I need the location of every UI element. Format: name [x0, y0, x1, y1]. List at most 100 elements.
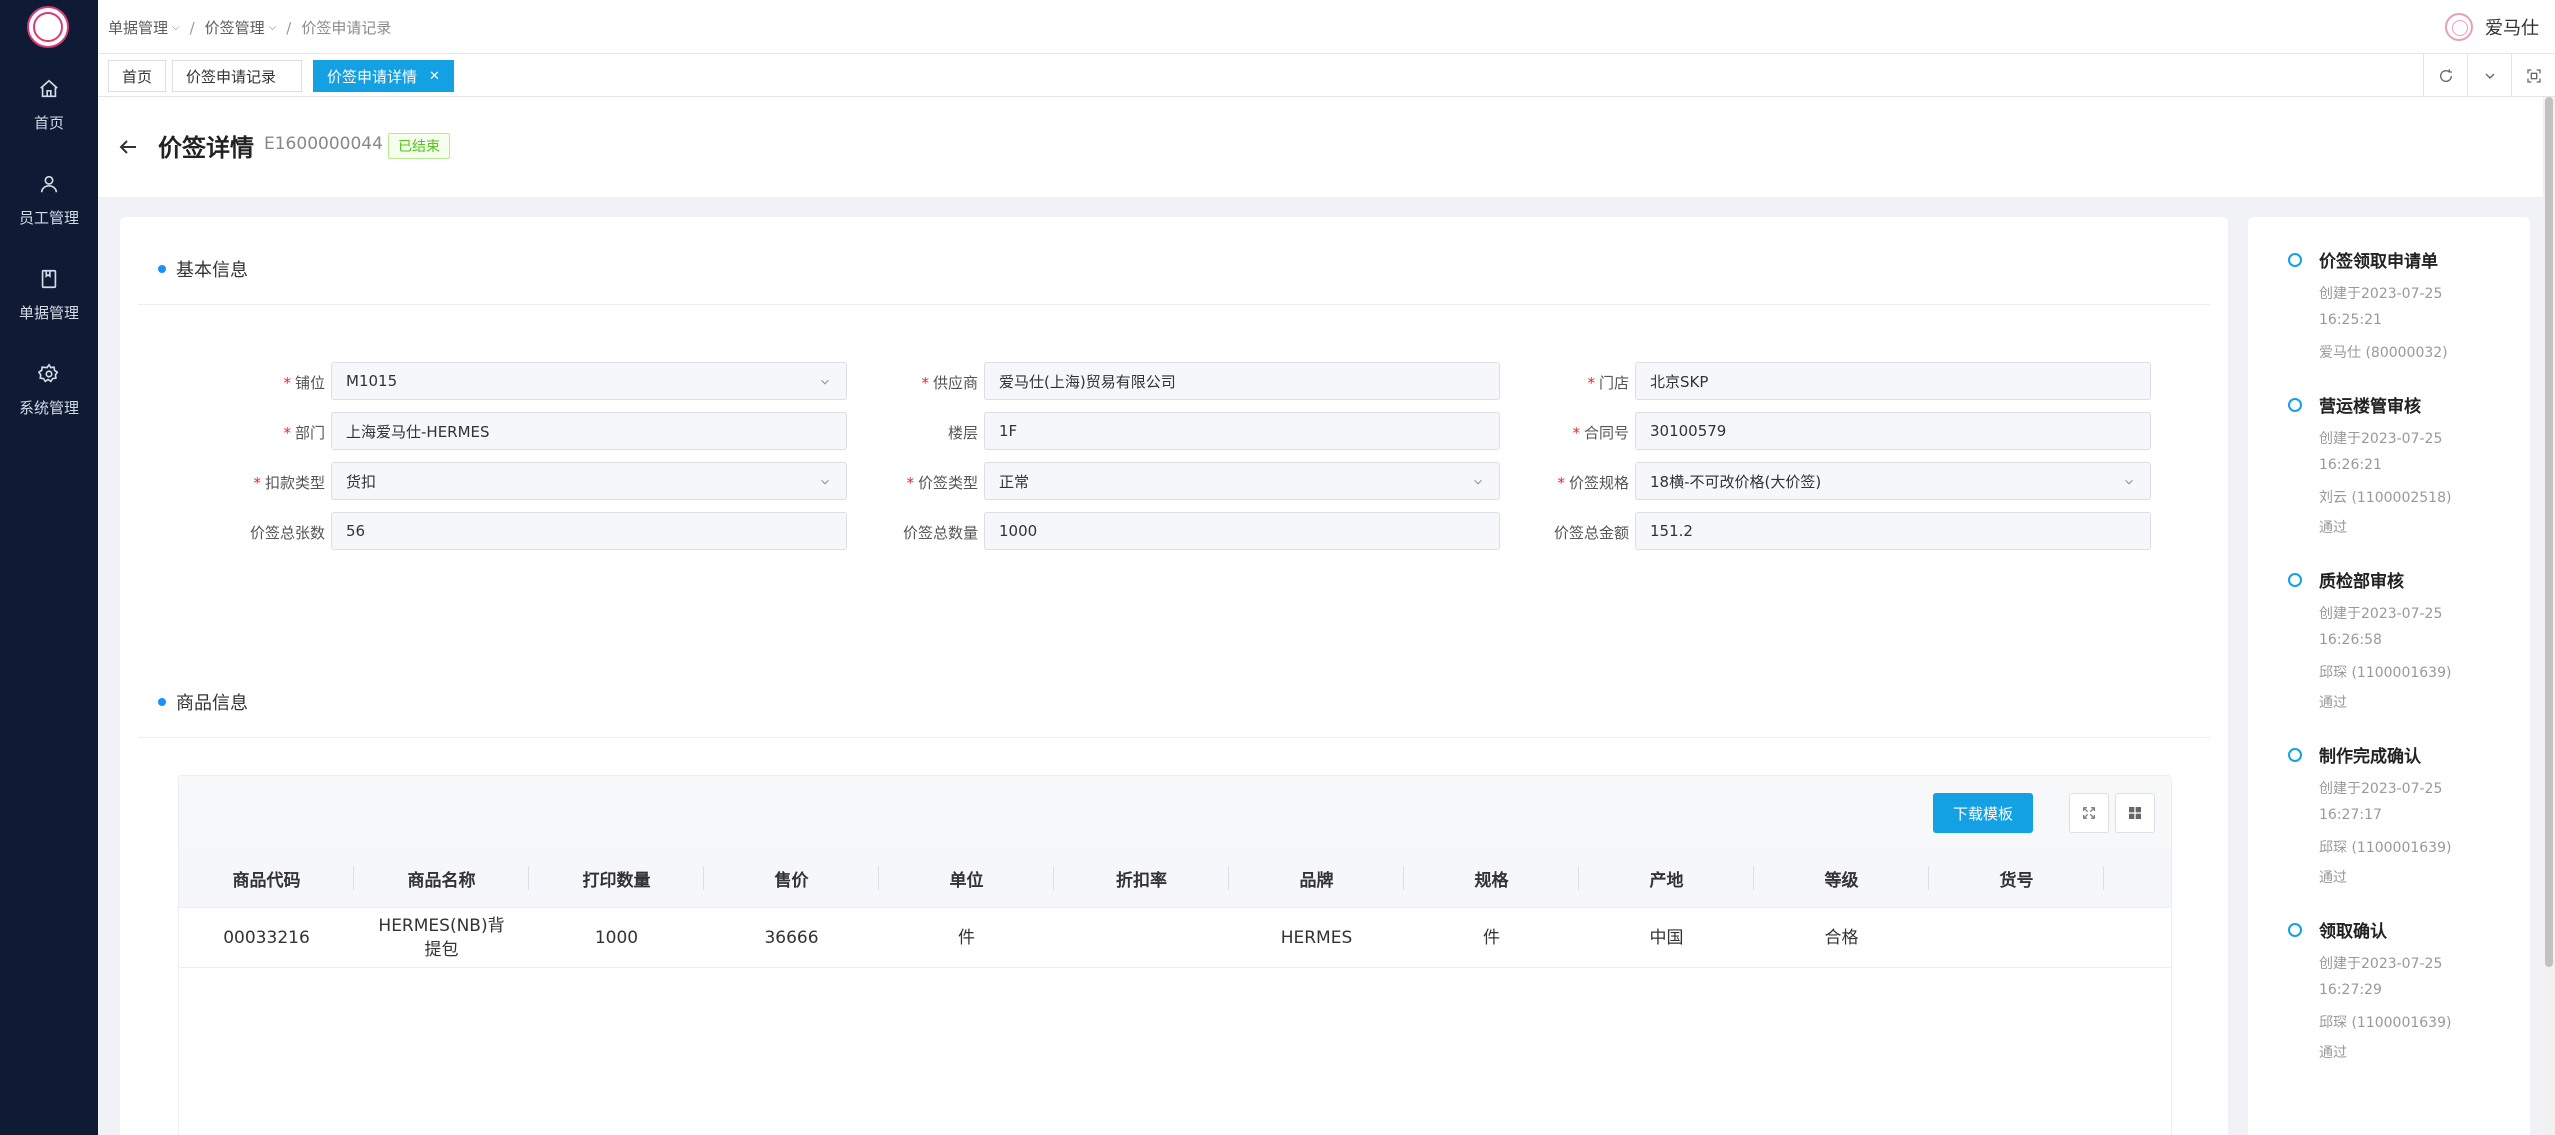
- column-header: 单位: [879, 848, 1054, 908]
- timeline-user: 邱琛 (1100001639): [2319, 840, 2452, 856]
- column-settings-button[interactable]: [2115, 793, 2155, 833]
- section-title: 商品信息: [176, 693, 248, 714]
- field-label-floor: 楼层: [947, 424, 978, 442]
- contract-field[interactable]: 30100579: [1635, 412, 2151, 450]
- field-label-tag-type: * 价签类型: [906, 474, 978, 492]
- refresh-icon: [2439, 68, 2452, 82]
- floor-field[interactable]: 1F: [984, 412, 1500, 450]
- page-title: 价签详情: [158, 134, 254, 162]
- expand-icon: [2083, 807, 2095, 819]
- table-cell: 1000: [594, 928, 639, 948]
- chevron-down-icon: [2485, 73, 2494, 79]
- tab-apply-detail[interactable]: 价签申请详情 ✕: [313, 60, 454, 92]
- timeline-user: 邱琛 (1100001639): [2319, 665, 2452, 681]
- chevron-down-icon: [1474, 479, 1482, 485]
- section-basic-info: 基本信息: [158, 256, 248, 282]
- download-template-button[interactable]: 下载模板: [1932, 793, 2033, 833]
- back-button[interactable]: [116, 135, 140, 159]
- department-field[interactable]: 上海爱马仕-HERMES: [331, 412, 847, 450]
- breadcrumb-item-current: 价签申请记录: [301, 19, 392, 37]
- status-badge: 已结束: [388, 133, 450, 159]
- tag-spec-select[interactable]: 18横-不可改价格(大价签): [1635, 462, 2151, 500]
- fullscreen-button[interactable]: [2511, 54, 2555, 97]
- tab-home[interactable]: 首页: [108, 60, 167, 92]
- table-row[interactable]: 00033216 HERMES(NB)背提包 1000 36666 件 HERM…: [179, 908, 2171, 968]
- timeline-title: 领取确认: [2319, 922, 2387, 942]
- column-header: 折扣率: [1054, 848, 1229, 908]
- sidebar-item-label: 系统管理: [18, 399, 79, 417]
- table-cell: HERMES(NB)背提包: [378, 916, 505, 960]
- divider: [138, 737, 2210, 738]
- tab-label: 价签申请记录: [186, 67, 277, 86]
- divider: [138, 304, 2210, 305]
- approval-timeline: 价签领取申请单 创建于2023-07-25 16:25:21 爱马仕 (8000…: [2248, 217, 2530, 1135]
- timeline-dot: [2288, 923, 2302, 937]
- chevron-down-icon: ⌵: [172, 22, 180, 33]
- breadcrumb-item-price-tag[interactable]: 价签管理: [205, 17, 265, 38]
- field-label-tag-spec: * 价签规格: [1557, 474, 1629, 492]
- timeline-created: 创建于2023-07-25: [2319, 956, 2443, 972]
- field-label-contract: * 合同号: [1572, 424, 1629, 442]
- tag-type-select[interactable]: 正常: [984, 462, 1500, 500]
- table-cell: 件: [958, 928, 975, 948]
- section-dot: [158, 698, 166, 706]
- tab-apply-records[interactable]: 价签申请记录: [172, 60, 302, 92]
- user-menu[interactable]: 爱马仕: [2445, 13, 2539, 41]
- refresh-button[interactable]: [2423, 54, 2467, 97]
- timeline-user: 刘云 (1100002518): [2319, 490, 2452, 506]
- berth-select[interactable]: M1015: [331, 362, 847, 400]
- table-cell: 00033216: [223, 928, 310, 948]
- sidebar-item-label: 首页: [33, 114, 64, 132]
- home-icon: [36, 76, 62, 102]
- sidebar-item-documents[interactable]: 单据管理: [0, 252, 98, 332]
- total-amount-field[interactable]: 151.2: [1635, 512, 2151, 550]
- tabs-bar: 首页 价签申请记录 价签申请详情 ✕: [98, 54, 2555, 97]
- section-goods-info: 商品信息: [158, 689, 248, 715]
- document-icon: [36, 266, 62, 292]
- close-icon[interactable]: ✕: [429, 69, 440, 84]
- timeline-time: 16:26:58: [2319, 632, 2382, 648]
- column-header: 规格: [1404, 848, 1579, 908]
- chevron-down-icon: [821, 379, 829, 385]
- timeline-created: 创建于2023-07-25: [2319, 781, 2443, 797]
- deduction-type-select[interactable]: 货扣: [331, 462, 847, 500]
- store-field[interactable]: 北京SKP: [1635, 362, 2151, 400]
- timeline-title: 营运楼管审核: [2319, 397, 2421, 417]
- detail-card: 基本信息 * 铺位 M1015 * 供应商 爱马仕(上海)贸易有限公司 * 门店 北京…: [120, 217, 2228, 1135]
- field-label-total-amount: 价签总金额: [1553, 524, 1629, 542]
- fullscreen-icon: [2526, 68, 2541, 83]
- column-header: 产地: [1579, 848, 1754, 908]
- supplier-field[interactable]: 爱马仕(上海)贸易有限公司: [984, 362, 1500, 400]
- total-quantity-field[interactable]: 1000: [984, 512, 1500, 550]
- sidebar-item-label: 员工管理: [18, 209, 79, 227]
- field-label-department: * 部门: [283, 424, 325, 442]
- column-header: 打印数量: [529, 848, 704, 908]
- brand-logo[interactable]: [27, 6, 69, 48]
- sidebar-item-system[interactable]: 系统管理: [0, 347, 98, 427]
- timeline-dot: [2288, 573, 2302, 587]
- sidebar-item-staff[interactable]: 员工管理: [0, 157, 98, 237]
- timeline-time: 16:26:21: [2319, 457, 2382, 473]
- timeline-time: 16:25:21: [2319, 312, 2382, 328]
- column-header: 等级: [1754, 848, 1929, 908]
- chevron-down-icon: [2125, 479, 2133, 485]
- timeline-user: 邱琛 (1100001639): [2319, 1015, 2452, 1031]
- tab-label: 首页: [122, 67, 153, 86]
- scrollbar-thumb[interactable]: [2545, 97, 2553, 967]
- tab-tools: [2423, 54, 2555, 97]
- expand-button[interactable]: [2069, 793, 2109, 833]
- breadcrumb-separator: /: [189, 18, 195, 37]
- user-icon: [36, 171, 62, 197]
- column-header: 售价: [704, 848, 879, 908]
- timeline-time: 16:27:29: [2319, 982, 2382, 998]
- tabs-dropdown-button[interactable]: [2467, 54, 2511, 97]
- breadcrumb-item-documents[interactable]: 单据管理: [108, 17, 168, 38]
- arrow-left-icon: [119, 140, 136, 154]
- user-name: 爱马仕: [2485, 18, 2539, 39]
- table-cell: 合格: [1824, 928, 1859, 948]
- total-sheets-field[interactable]: 56: [331, 512, 847, 550]
- grid-icon: [2129, 807, 2141, 819]
- sidebar-item-home[interactable]: 首页: [0, 62, 98, 142]
- page-scrollbar[interactable]: [2543, 97, 2555, 1135]
- sidebar: 首页 员工管理 单据管理 系统管理: [0, 0, 98, 1135]
